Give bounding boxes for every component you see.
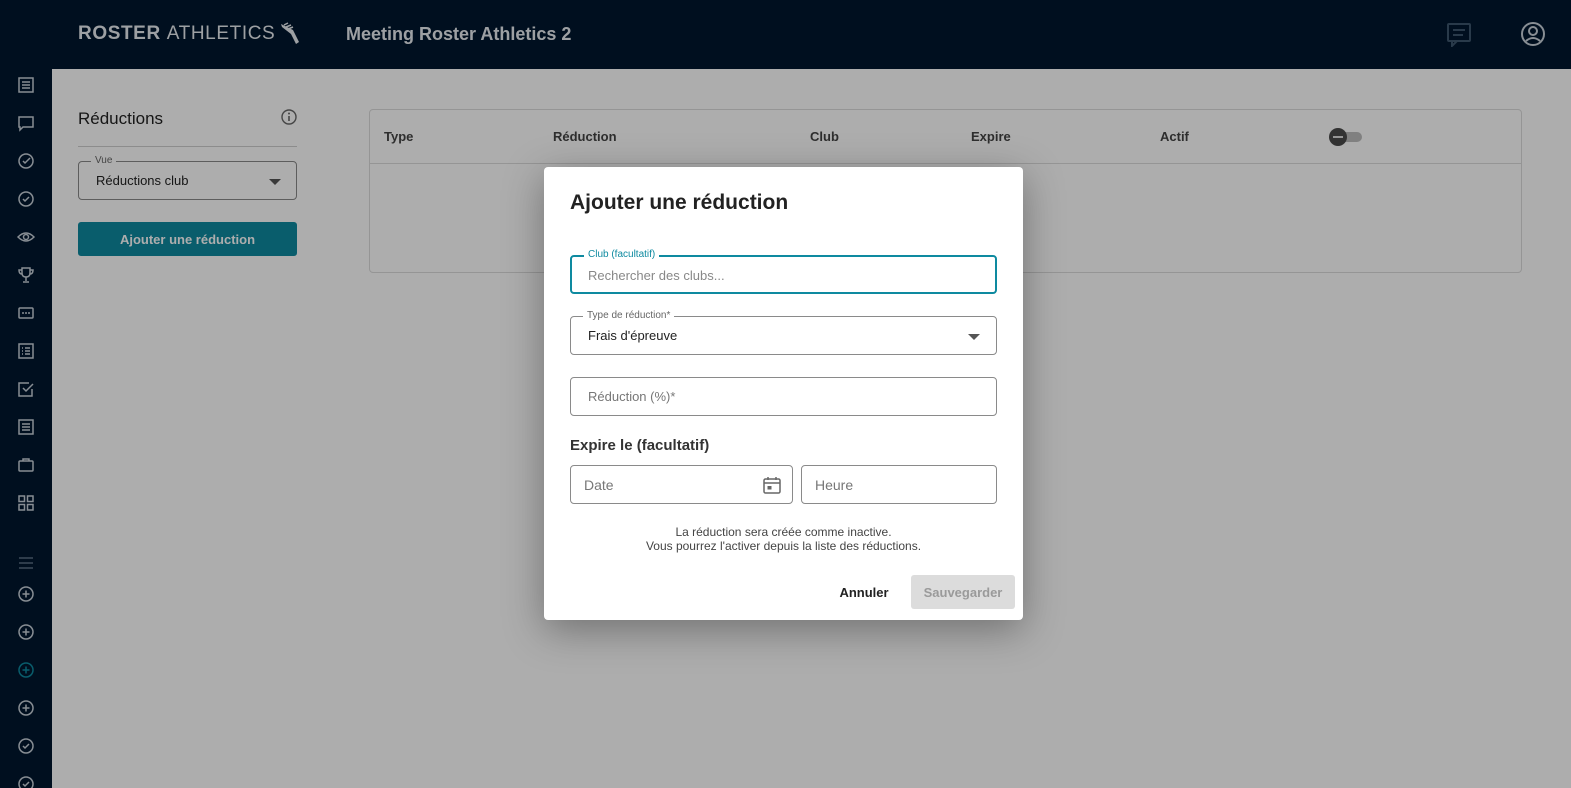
- reduction-type-label: Type de réduction*: [583, 310, 675, 321]
- time-field[interactable]: Heure: [801, 465, 997, 504]
- inactive-notice-line-2: Vous pourrez l'activer depuis la liste d…: [645, 539, 922, 553]
- cancel-button[interactable]: Annuler: [834, 575, 894, 609]
- calendar-icon[interactable]: [762, 475, 782, 495]
- club-field-label: Club (facultatif): [584, 249, 660, 260]
- club-search-field[interactable]: Club (facultatif): [570, 249, 997, 294]
- reduction-type-select[interactable]: Type de réduction* Frais d'épreuve: [570, 310, 997, 355]
- expire-label: Expire le (facultatif): [570, 437, 710, 454]
- club-search-input[interactable]: [588, 266, 978, 284]
- reduction-percent-field[interactable]: Réduction (%)*: [570, 377, 997, 416]
- date-placeholder: Date: [584, 477, 614, 493]
- chevron-down-icon: [968, 334, 980, 340]
- reduction-type-value: Frais d'épreuve: [588, 328, 678, 343]
- date-field[interactable]: Date: [570, 465, 793, 504]
- save-button[interactable]: Sauvegarder: [911, 575, 1015, 609]
- time-placeholder: Heure: [815, 477, 854, 493]
- reduction-percent-placeholder: Réduction (%)*: [588, 389, 676, 404]
- add-reduction-dialog: Ajouter une réduction Club (facultatif) …: [544, 167, 1023, 620]
- inactive-notice: La réduction sera créée comme inactive. …: [570, 525, 997, 553]
- dialog-title: Ajouter une réduction: [570, 191, 789, 214]
- inactive-notice-line-1: La réduction sera créée comme inactive.: [675, 525, 892, 539]
